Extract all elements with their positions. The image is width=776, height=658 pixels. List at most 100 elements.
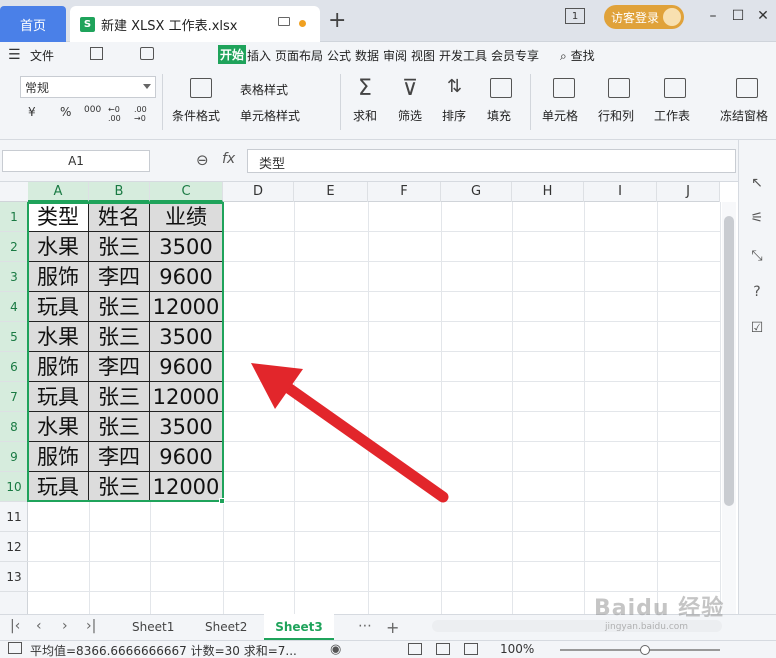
- fill-handle[interactable]: [219, 498, 225, 504]
- sliders-icon[interactable]: ⚟: [749, 210, 765, 226]
- sheet-tab-2[interactable]: Sheet2: [205, 620, 247, 634]
- menu-data[interactable]: 数据: [355, 47, 379, 64]
- column-header-d[interactable]: D: [223, 182, 294, 202]
- add-sheet-icon[interactable]: +: [386, 618, 399, 637]
- column-header-e[interactable]: E: [294, 182, 368, 202]
- percent-button[interactable]: %: [60, 105, 71, 119]
- cursor-icon[interactable]: ↖: [749, 175, 765, 191]
- filter-button[interactable]: 筛选: [398, 107, 422, 124]
- worksheet-button[interactable]: 工作表: [654, 107, 690, 124]
- menu-view[interactable]: 视图: [411, 47, 435, 64]
- checklist-icon[interactable]: ☑: [749, 320, 765, 336]
- worksheet-icon[interactable]: [664, 78, 686, 98]
- sort-button[interactable]: 排序: [442, 107, 466, 124]
- number-format-select[interactable]: 常规: [20, 76, 156, 98]
- menu-insert[interactable]: 插入: [247, 47, 271, 64]
- table-style-button[interactable]: 表格样式: [240, 81, 288, 98]
- row-header-9[interactable]: 9: [0, 442, 28, 472]
- thousands-button[interactable]: 000: [84, 105, 101, 115]
- cell-button[interactable]: 单元格: [542, 107, 578, 124]
- monitor-icon[interactable]: [278, 17, 290, 26]
- more-sheets-icon[interactable]: ⋯: [358, 618, 372, 634]
- zoom-search-icon[interactable]: ⊖: [196, 151, 209, 169]
- menu-developer[interactable]: 开发工具: [439, 47, 487, 64]
- row-header-3[interactable]: 3: [0, 262, 28, 292]
- row-header-12[interactable]: 12: [0, 532, 28, 562]
- column-header-a[interactable]: A: [28, 182, 89, 202]
- last-sheet-icon[interactable]: ›|: [86, 618, 96, 634]
- freeze-panes-button[interactable]: 冻结窗格: [720, 107, 768, 124]
- page-layout-view-icon[interactable]: [436, 643, 450, 655]
- help-icon[interactable]: ?: [749, 284, 765, 300]
- sort-icon[interactable]: ⇅: [447, 76, 462, 97]
- freeze-panes-icon[interactable]: [736, 78, 758, 98]
- sheet-tab-3[interactable]: Sheet3: [264, 614, 334, 640]
- currency-button[interactable]: ¥: [28, 105, 36, 119]
- zoom-level[interactable]: 100%: [500, 642, 534, 656]
- column-header-g[interactable]: G: [441, 182, 512, 202]
- first-sheet-icon[interactable]: |‹: [10, 618, 20, 634]
- formula-input[interactable]: 类型: [247, 149, 736, 173]
- close-icon[interactable]: ✕: [753, 6, 773, 26]
- prev-sheet-icon[interactable]: ‹: [36, 618, 42, 634]
- macro-record-icon[interactable]: [8, 642, 22, 654]
- vertical-scrollbar[interactable]: [722, 202, 736, 614]
- column-header-j[interactable]: J: [657, 182, 720, 202]
- sheet-tab-1[interactable]: Sheet1: [132, 620, 174, 634]
- row-header-5[interactable]: 5: [0, 322, 28, 352]
- cell-style-button[interactable]: 单元格样式: [240, 107, 300, 124]
- filter-icon[interactable]: ⊽: [402, 76, 418, 101]
- maximize-icon[interactable]: ☐: [728, 6, 748, 26]
- next-sheet-icon[interactable]: ›: [62, 618, 68, 634]
- row-header-1[interactable]: 1: [0, 202, 28, 232]
- conditional-format-icon[interactable]: [190, 78, 212, 98]
- sum-button[interactable]: 求和: [353, 107, 377, 124]
- menu-start[interactable]: 开始: [218, 45, 247, 64]
- scroll-thumb[interactable]: [724, 216, 734, 506]
- menu-review[interactable]: 审阅: [383, 47, 407, 64]
- row-header-7[interactable]: 7: [0, 382, 28, 412]
- row-header-10[interactable]: 10: [0, 472, 28, 502]
- row-header-13[interactable]: 13: [0, 562, 28, 592]
- name-box[interactable]: A1: [2, 150, 150, 172]
- column-header-f[interactable]: F: [368, 182, 441, 202]
- row-header-11[interactable]: 11: [0, 502, 28, 532]
- row-col-button[interactable]: 行和列: [598, 107, 634, 124]
- column-header-h[interactable]: H: [512, 182, 584, 202]
- menu-member[interactable]: 会员专享: [491, 47, 539, 64]
- minimize-icon[interactable]: –: [703, 6, 723, 26]
- fill-button[interactable]: 填充: [487, 107, 511, 124]
- conditional-format-button[interactable]: 条件格式: [172, 107, 220, 124]
- row-header-6[interactable]: 6: [0, 352, 28, 382]
- fill-icon[interactable]: [490, 78, 512, 98]
- decrease-decimal-button[interactable]: .00 →0: [134, 105, 156, 123]
- search-button[interactable]: ⌕ 查找: [560, 47, 595, 64]
- normal-view-icon[interactable]: [408, 643, 422, 655]
- document-tab[interactable]: S 新建 XLSX 工作表.xlsx: [70, 6, 320, 42]
- menu-formula[interactable]: 公式: [327, 47, 351, 64]
- row-header-4[interactable]: 4: [0, 292, 28, 322]
- column-header-i[interactable]: I: [584, 182, 657, 202]
- increase-decimal-button[interactable]: ←0 .00: [108, 105, 130, 123]
- eye-icon[interactable]: ◉: [330, 642, 341, 657]
- print-icon[interactable]: [140, 47, 154, 60]
- menu-page-layout[interactable]: 页面布局: [275, 47, 323, 64]
- row-header-8[interactable]: 8: [0, 412, 28, 442]
- menu-file[interactable]: 文件: [30, 47, 54, 64]
- sum-icon[interactable]: Σ: [358, 76, 372, 101]
- cell-icon[interactable]: [553, 78, 575, 98]
- status-summary[interactable]: 平均值=8366.6666666667 计数=30 求和=7...: [30, 642, 314, 658]
- row-col-icon[interactable]: [608, 78, 630, 98]
- page-break-view-icon[interactable]: [464, 643, 478, 655]
- column-header-c[interactable]: C: [150, 182, 223, 202]
- save-icon[interactable]: [90, 47, 103, 60]
- transform-icon[interactable]: ⤡: [749, 248, 765, 264]
- new-tab-button[interactable]: +: [328, 8, 346, 33]
- fx-icon[interactable]: fx: [222, 151, 235, 167]
- window-count-icon[interactable]: 1: [565, 8, 585, 24]
- row-header-2[interactable]: 2: [0, 232, 28, 262]
- guest-login-button[interactable]: 访客登录: [604, 5, 684, 29]
- home-tab[interactable]: 首页: [0, 6, 66, 42]
- hamburger-menu-icon[interactable]: ☰: [8, 47, 21, 63]
- column-header-b[interactable]: B: [89, 182, 150, 202]
